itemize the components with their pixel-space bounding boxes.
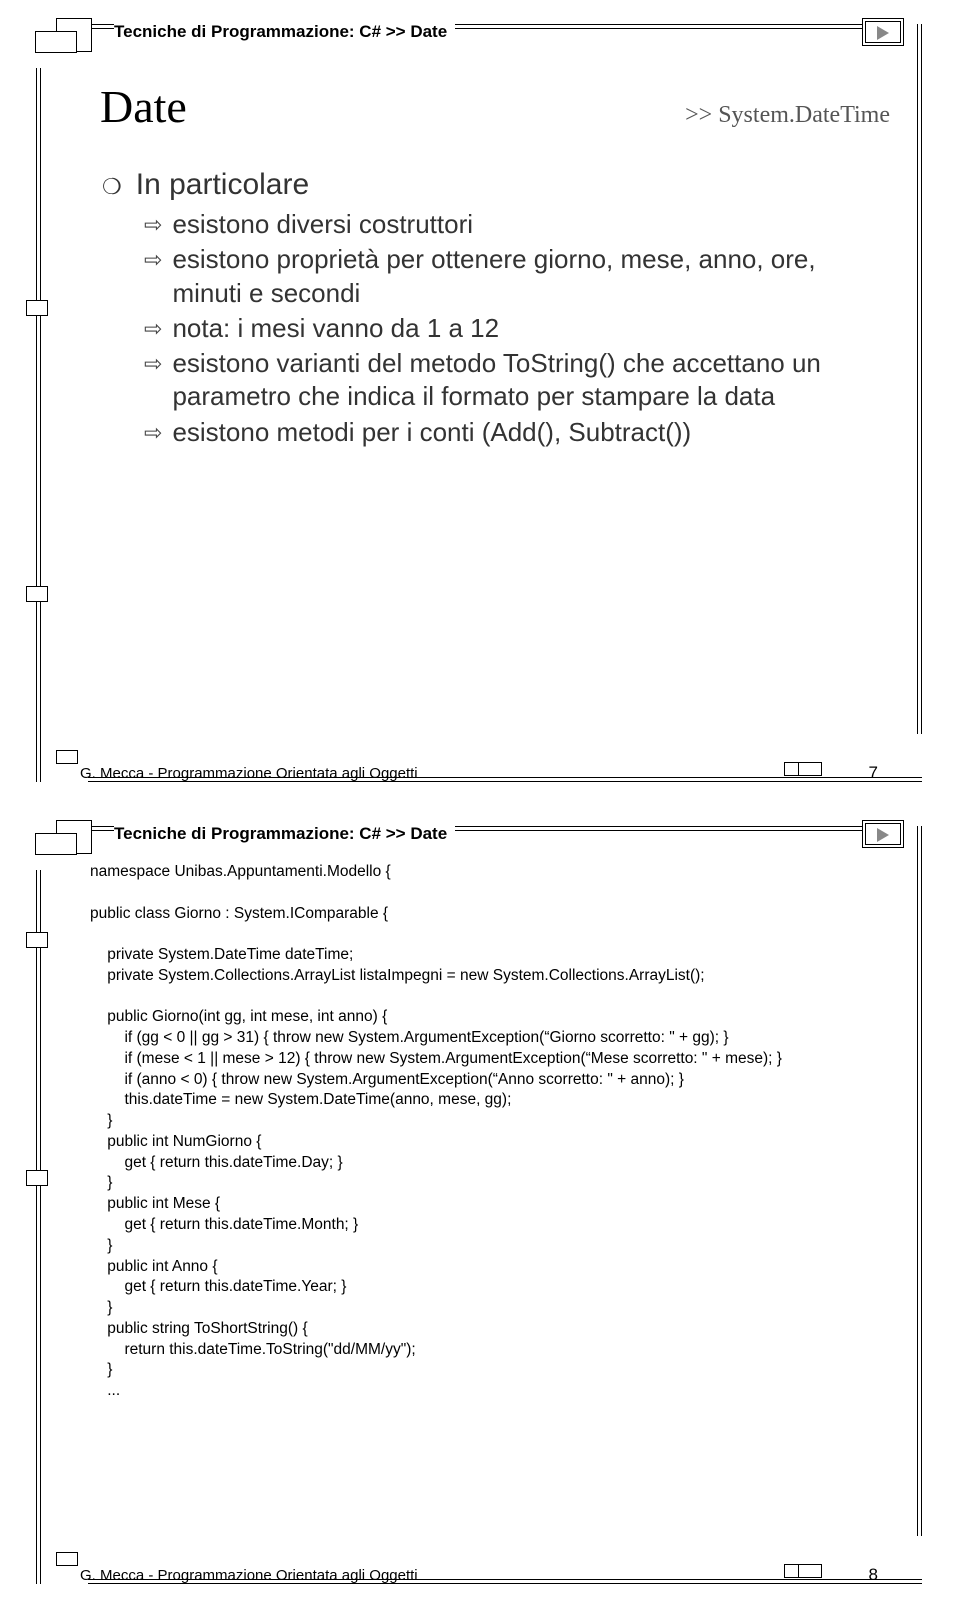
- footer-label: G. Mecca - Programmazione Orientata agli…: [80, 765, 418, 782]
- circle-icon: ❍: [102, 176, 122, 198]
- footer-decor-left: [56, 750, 78, 764]
- breadcrumb: Tecniche di Programmazione: C# >> Date: [114, 22, 455, 42]
- arrow-right-icon: ⇨: [144, 246, 162, 274]
- footer-decor-right: [784, 1564, 844, 1578]
- row-decor: [26, 1170, 48, 1186]
- footer-label: G. Mecca - Programmazione Orientata agli…: [80, 1567, 418, 1584]
- bullet-text: nota: i mesi vanno da 1 a 12: [172, 312, 499, 345]
- page-number: 8: [869, 1565, 878, 1585]
- breadcrumb: Tecniche di Programmazione: C# >> Date: [114, 824, 455, 844]
- bullet-level2: ⇨ esistono diversi costruttori: [144, 208, 890, 241]
- page-number: 7: [869, 763, 878, 783]
- slide-subtitle: >> System.DateTime: [685, 102, 890, 129]
- bullet-level2: ⇨ esistono metodi per i conti (Add(), Su…: [144, 416, 890, 449]
- bullet-level2: ⇨ nota: i mesi vanno da 1 a 12: [144, 312, 890, 345]
- slide-1: Tecniche di Programmazione: C# >> Date D…: [30, 18, 930, 788]
- bullet-text: esistono metodi per i conti (Add(), Subt…: [172, 416, 691, 449]
- title-row: Date >> System.DateTime: [100, 80, 890, 133]
- row-decor: [26, 300, 48, 316]
- corner-decor-tl: [56, 820, 92, 854]
- bullet-text: esistono diversi costruttori: [172, 208, 473, 241]
- bullet-text: esistono proprietà per ottenere giorno, …: [172, 243, 890, 310]
- row-decor: [26, 586, 48, 602]
- slide-2: Tecniche di Programmazione: C# >> Date n…: [30, 820, 930, 1590]
- play-icon: [862, 820, 904, 848]
- play-icon: [862, 18, 904, 46]
- slide-content: ❍ In particolare ⇨ esistono diversi cost…: [100, 168, 890, 451]
- corner-decor-tl: [56, 18, 92, 52]
- slide-footer: G. Mecca - Programmazione Orientata agli…: [66, 758, 898, 788]
- bullet-text: esistono varianti del metodo ToString() …: [172, 347, 890, 414]
- arrow-right-icon: ⇨: [144, 211, 162, 239]
- slide-footer: G. Mecca - Programmazione Orientata agli…: [66, 1560, 898, 1590]
- footer-decor-right: [784, 762, 844, 776]
- arrow-right-icon: ⇨: [144, 419, 162, 447]
- slide-title: Date: [100, 80, 187, 133]
- bullet-level2: ⇨ esistono varianti del metodo ToString(…: [144, 347, 890, 414]
- bullet-text: In particolare: [136, 168, 309, 202]
- arrow-right-icon: ⇨: [144, 350, 162, 378]
- bullet-level1: ❍ In particolare: [100, 168, 890, 202]
- row-decor: [26, 932, 48, 948]
- arrow-right-icon: ⇨: [144, 315, 162, 343]
- footer-decor-left: [56, 1552, 78, 1566]
- bullet-level2: ⇨ esistono proprietà per ottenere giorno…: [144, 243, 890, 310]
- code-block: namespace Unibas.Appuntamenti.Modello { …: [90, 862, 890, 1402]
